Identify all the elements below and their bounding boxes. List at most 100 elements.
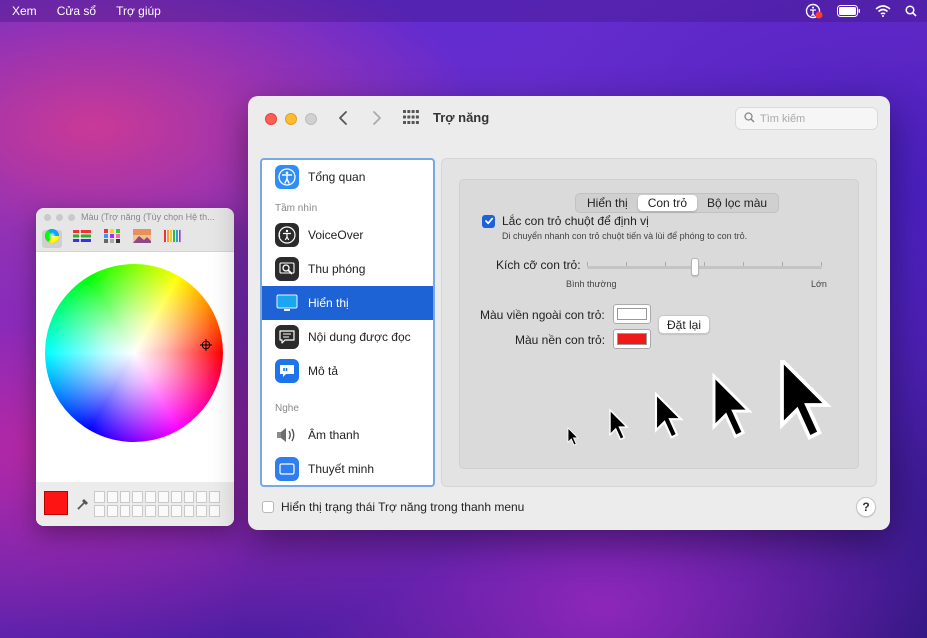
search-icon — [744, 110, 755, 128]
sidebar-item-label: Thuyết minh — [308, 462, 375, 476]
sidebar-item-voiceover[interactable]: VoiceOver — [262, 218, 433, 252]
menu-view[interactable]: Xem — [12, 4, 37, 18]
pointer-size-slider[interactable] — [587, 266, 822, 269]
show-all-grid-icon[interactable] — [403, 110, 419, 129]
color-wheel-tab[interactable] — [42, 228, 62, 249]
pointer-arrow-icon — [609, 408, 629, 441]
slider-tick — [626, 262, 627, 266]
battery-icon[interactable] — [837, 5, 861, 17]
pencils-icon — [162, 228, 182, 248]
help-button[interactable]: ? — [856, 497, 876, 517]
swatch-slot[interactable] — [170, 505, 182, 517]
show-in-menubar-checkbox[interactable] — [262, 501, 274, 513]
sidebar-item-zoom[interactable]: Thu phóng — [262, 252, 433, 286]
swatch-slot[interactable] — [94, 491, 105, 503]
close-button[interactable] — [44, 213, 51, 221]
swatch-slot[interactable] — [183, 505, 195, 517]
swatch-slot[interactable] — [145, 505, 156, 517]
zoom-button[interactable] — [68, 213, 75, 221]
swatch-slot[interactable] — [209, 505, 220, 517]
spotlight-search-icon[interactable] — [905, 5, 917, 17]
swatch-slot[interactable] — [183, 491, 195, 503]
shake-to-locate-checkbox[interactable] — [482, 214, 495, 228]
sidebar-item-spoken-content[interactable]: Nội dung được đọc — [262, 320, 433, 354]
swatch-slot[interactable] — [94, 505, 105, 517]
sidebar-item-label: Nội dung được đọc — [308, 330, 411, 344]
sidebar-item-label: Âm thanh — [308, 428, 360, 442]
color-wheel-icon — [44, 228, 60, 249]
menu-window[interactable]: Cửa sổ — [57, 4, 96, 18]
search-field[interactable] — [735, 107, 878, 130]
color-panel-window: Màu (Trợ năng (Tùy chọn Hệ th... — [36, 208, 234, 526]
voiceover-icon — [275, 223, 299, 247]
shake-to-locate-row[interactable]: Lắc con trỏ chuột để định vị — [482, 214, 649, 228]
sidebar-item-label: VoiceOver — [308, 228, 364, 242]
pointer-arrow-icon — [654, 391, 684, 439]
pointer-arrow-icon — [780, 360, 832, 441]
swatch-slot[interactable] — [158, 505, 169, 517]
sidebar-item-overview[interactable]: Tổng quan — [262, 160, 433, 194]
color-panel-footer — [36, 482, 234, 526]
swatch-slot[interactable] — [132, 491, 144, 503]
forward-button[interactable] — [368, 108, 384, 128]
pencils-tab[interactable] — [162, 228, 182, 248]
crosshair-icon[interactable] — [200, 338, 212, 356]
color-panel-titlebar[interactable]: Màu (Trợ năng (Tùy chọn Hệ th... — [36, 208, 234, 226]
image-palettes-tab[interactable] — [132, 229, 152, 248]
close-button[interactable] — [265, 113, 277, 125]
sidebar-item-descriptions[interactable]: Mô tả — [262, 354, 433, 388]
show-in-menubar-row[interactable]: Hiển thị trạng thái Trợ năng trong thanh… — [262, 500, 524, 514]
swatch-slot[interactable] — [106, 491, 118, 503]
image-palettes-icon — [133, 229, 151, 248]
captions-icon — [275, 457, 299, 481]
pointer-fill-color-label: Màu nền con trỏ: — [515, 333, 606, 347]
pointer-outline-color-well[interactable] — [613, 304, 651, 324]
swatch-slot[interactable] — [196, 505, 208, 517]
pointer-fill-color-well[interactable] — [613, 329, 651, 349]
back-button[interactable] — [336, 108, 352, 128]
color-panel-title: Màu (Trợ năng (Tùy chọn Hệ th... — [81, 212, 215, 222]
swatch-slot[interactable] — [209, 491, 220, 503]
swatch-slot[interactable] — [158, 491, 169, 503]
minimize-button[interactable] — [56, 213, 63, 221]
reset-button[interactable]: Đặt lại — [658, 315, 711, 334]
window-toolbar: Trợ năng — [248, 96, 890, 140]
eyedropper-icon[interactable] — [76, 495, 90, 516]
pointer-arrow-icon — [567, 427, 579, 446]
swatch-slot[interactable] — [132, 505, 144, 517]
current-color-well[interactable] — [44, 491, 68, 515]
slider-tick — [821, 262, 822, 266]
swatch-slot[interactable] — [119, 491, 131, 503]
swatch-slot[interactable] — [145, 491, 156, 503]
swatch-slot[interactable] — [119, 505, 131, 517]
shake-to-locate-label: Lắc con trỏ chuột để định vị — [502, 214, 649, 228]
menu-help[interactable]: Trợ giúp — [116, 4, 161, 18]
sidebar-item-captions[interactable]: Thuyết minh — [262, 452, 433, 485]
tab-color-filters[interactable]: Bộ lọc màu — [697, 195, 777, 211]
accessibility-status-icon[interactable] — [805, 3, 823, 19]
color-palettes-tab[interactable] — [102, 229, 122, 248]
swatch-slot[interactable] — [196, 491, 208, 503]
fill-color-swatch — [617, 333, 647, 345]
color-sliders-tab[interactable] — [72, 229, 92, 248]
tab-pointer[interactable]: Con trỏ — [637, 195, 698, 211]
window-title: Trợ năng — [433, 110, 490, 125]
zoom-button[interactable] — [305, 113, 317, 125]
pointer-size-preview — [567, 360, 832, 446]
swatch-slot[interactable] — [106, 505, 118, 517]
search-input[interactable] — [760, 112, 870, 125]
minimize-button[interactable] — [285, 113, 297, 125]
pointer-size-min-label: Bình thường — [566, 279, 617, 289]
pointer-size-slider-knob[interactable] — [691, 258, 700, 276]
color-wheel[interactable] — [45, 264, 223, 442]
accessibility-icon — [275, 165, 299, 189]
slider-tick — [782, 262, 783, 266]
sidebar-item-audio[interactable]: Âm thanh — [262, 418, 433, 452]
tab-display[interactable]: Hiển thị — [577, 195, 638, 211]
swatch-slot[interactable] — [170, 491, 182, 503]
traffic-lights — [265, 113, 317, 125]
sidebar-item-label: Hiển thị — [308, 296, 349, 310]
wifi-icon[interactable] — [875, 5, 891, 17]
sidebar-item-display[interactable]: Hiển thị — [262, 286, 433, 320]
zoom-icon — [275, 257, 299, 281]
